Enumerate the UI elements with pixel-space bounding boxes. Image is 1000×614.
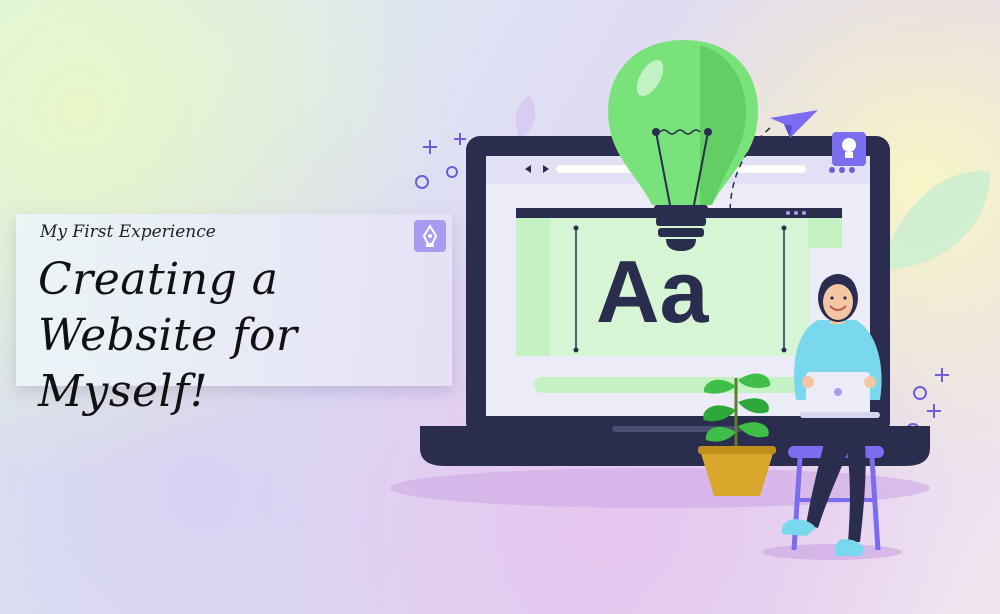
banner-title: Creating a Website for Myself! bbox=[38, 254, 298, 417]
leaf-decor-top bbox=[515, 96, 536, 140]
leaf-decor-right bbox=[880, 171, 990, 270]
title-banner: My First Experience Creating a Website f… bbox=[16, 214, 452, 417]
banner-subtitle: My First Experience bbox=[40, 222, 216, 242]
paper-plane-icon bbox=[770, 110, 818, 138]
font-sample-text: Aa bbox=[596, 242, 710, 341]
pen-tool-icon bbox=[414, 220, 446, 252]
